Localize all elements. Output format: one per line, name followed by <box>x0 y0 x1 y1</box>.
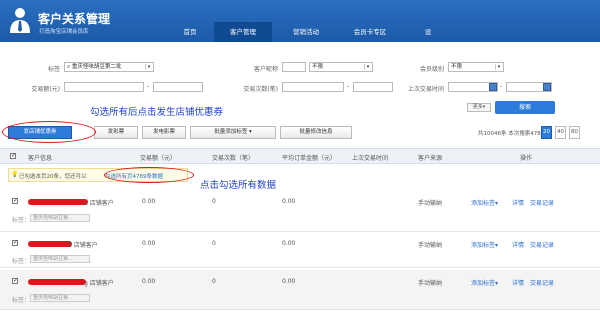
trade-record-link[interactable]: 交易记录 <box>530 198 554 207</box>
amount-label: 交易额(元) <box>31 86 60 93</box>
header-amount: 交易额（元） <box>140 155 177 162</box>
region-select[interactable]: 不限 ▾ <box>309 62 373 72</box>
header-actions: 操作 <box>520 155 533 162</box>
add-tag-link[interactable]: 添加标签▾ <box>471 240 498 249</box>
app-title: 客户关系管理 <box>38 12 111 26</box>
chevron-down-icon: ▾ <box>364 64 371 70</box>
result-summary: 共10046条 本次搜索4789条 <box>478 131 550 137</box>
add-tag-link[interactable]: 添加标签▾ <box>471 278 498 287</box>
redacted-name <box>28 241 72 247</box>
detail-link[interactable]: 详情 <box>512 240 524 249</box>
redacted-name <box>28 279 86 285</box>
annotation-coupon: 勾选所有后点击发生店铺优惠券 <box>90 107 224 118</box>
bulb-icon: 💡 <box>11 171 19 178</box>
person-logo-icon <box>10 8 30 33</box>
search-button[interactable]: 搜索 <box>495 101 555 114</box>
nav-customer-management[interactable]: 客户管理 <box>214 22 272 42</box>
select-all-checkbox[interactable]: ✓ <box>10 153 16 159</box>
table-row: ✓ 8 店铺客户 0.00 0 0.00 手动输纳 添加标签▾ 详情 交易记录 … <box>0 234 600 268</box>
header-customer-info: 客户信息 <box>28 155 53 162</box>
calendar-icon[interactable] <box>543 83 551 91</box>
nickname-label: 客户昵称 <box>253 66 278 73</box>
page-size-80[interactable]: 80 <box>569 126 580 139</box>
calendar-icon[interactable] <box>489 83 497 91</box>
nav-member-card[interactable]: 会员卡专区 <box>340 22 400 42</box>
header-count: 交易次数（笔） <box>212 155 255 162</box>
header-source: 客户来源 <box>418 155 443 162</box>
detail-link[interactable]: 详情 <box>512 198 524 207</box>
search-icon: ⌕ <box>67 64 71 70</box>
batch-add-tag-button[interactable]: 批量添加标签 ▾ <box>190 126 276 139</box>
detail-link[interactable]: 详情 <box>512 278 524 287</box>
more-filters-button[interactable]: 更多▾ <box>467 103 491 112</box>
row-checkbox[interactable]: ✓ <box>12 198 18 204</box>
member-level-label: 会员级别 <box>419 66 444 73</box>
tag-filter-select[interactable]: ⌕ 重庆怪味胡豆第二批 ▾ <box>64 62 154 72</box>
trade-record-link[interactable]: 交易记录 <box>530 278 554 287</box>
send-lottery-button[interactable]: 发彩票 <box>94 126 138 139</box>
nav-settings[interactable]: 设 <box>418 22 438 42</box>
row-tag: 重庆怪味胡豆第... <box>30 294 90 302</box>
table-row: ✓ g 店铺客户 0.00 0 0.00 手动输纳 添加标签▾ 详情 交易记录 … <box>0 270 600 310</box>
row-checkbox[interactable]: ✓ <box>12 240 18 246</box>
add-tag-link[interactable]: 添加标签▾ <box>471 198 498 207</box>
trade-record-link[interactable]: 交易记录 <box>530 240 554 249</box>
table-row: ✓ n 店铺客户 0.00 0 0.00 手动输纳 添加标签▾ 详情 交易记录 … <box>0 190 600 232</box>
send-movie-ticket-button[interactable]: 发电影票 <box>142 126 186 139</box>
table-header: ✓ 客户信息 交易额（元） 交易次数（笔） 平均订单金额（元） 上次交易时间 客… <box>0 148 600 164</box>
page-size-20[interactable]: 20 <box>541 126 552 139</box>
nav-marketing[interactable]: 营销活动 <box>282 22 330 42</box>
chevron-down-icon: ▾ <box>495 64 502 70</box>
nav-home[interactable]: 首页 <box>170 22 210 42</box>
last-trade-time-label: 上次交易时间 <box>407 86 444 93</box>
tag-filter-label: 标签 <box>47 66 60 73</box>
amount-max-input[interactable] <box>153 82 203 92</box>
header-avg-amount: 平均订单金额（元） <box>282 155 337 162</box>
member-level-select[interactable]: 不限 ▾ <box>448 62 504 72</box>
amount-min-input[interactable] <box>64 82 144 92</box>
row-checkbox[interactable]: ✓ <box>12 278 18 284</box>
top-bar: 客户关系管理 打造淘宝店铺会员库 首页 客户管理 营销活动 会员卡专区 设 <box>0 0 600 42</box>
header-last-trade: 上次交易时间 <box>352 155 389 162</box>
count-max-input[interactable] <box>353 82 393 92</box>
annotation-select-all: 点击勾选所有数据 <box>200 180 277 191</box>
batch-edit-info-button[interactable]: 批量修改信息 <box>280 126 352 139</box>
row-tag: 重庆怪味胡豆第... <box>30 214 90 222</box>
highlight-oval-select-all <box>104 167 194 183</box>
count-min-input[interactable] <box>282 82 344 92</box>
chevron-down-icon: ▾ <box>145 64 152 70</box>
nickname-input[interactable] <box>282 62 306 72</box>
highlight-oval-coupon <box>2 121 96 143</box>
row-tag: 重庆怪味胡豆第... <box>30 255 90 263</box>
page-size-40[interactable]: 40 <box>555 126 566 139</box>
redacted-name <box>28 199 88 205</box>
count-label: 交易次数(笔) <box>243 86 278 93</box>
app-subtitle: 打造淘宝店铺会员库 <box>39 29 89 35</box>
